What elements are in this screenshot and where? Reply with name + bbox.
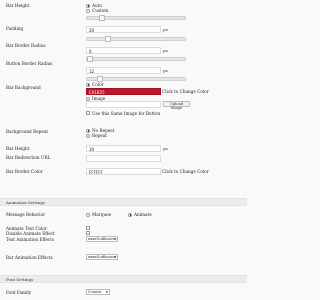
font-family-select[interactable]: Cursive ▼ [86,289,110,295]
bar-animation-effects-label: Bar Animation Effects [6,255,53,260]
no-repeat-radio[interactable] [86,128,90,133]
bar-redirection-url-input[interactable] [86,155,161,162]
slider-handle[interactable] [105,36,111,42]
bar-height-label: Bar Height [6,3,30,8]
disable-animate-effect-label: Disable Animate Effect [6,231,55,236]
same-image-label: Use this Same Image for Button [92,110,161,116]
padding-label: Padding [6,26,24,31]
background-repeat-label: Background Repeat [6,129,49,134]
repeat-radio[interactable] [86,133,90,138]
bar-height-custom-unit: px [163,146,168,151]
button-border-radius-unit: px [163,68,168,73]
bar-height-custom-label: Custom [92,8,109,13]
bar-height-custom-label: Bar Height [6,146,30,151]
bar-border-radius-input[interactable]: 0 [86,47,161,54]
bar-height-auto-radio[interactable] [86,3,90,8]
font-settings-title: Font Settings [6,277,34,282]
bar-animation-effects-value: easeOutBounce [88,255,117,259]
same-image-checkbox[interactable] [86,111,90,115]
animation-settings-title: Animation Settings [6,200,45,205]
bar-height-custom-radio[interactable] [86,8,90,13]
animation-settings-header: Animation Settings [0,198,247,206]
background-color-option-label: Color [92,82,104,87]
bar-background-color-hint: Click to Change Color [162,89,209,94]
bar-background-label: Bar Background [6,85,41,90]
font-settings-header: Font Settings [0,275,247,283]
bar-redirection-url-label: Bar Redirection URL [6,155,51,160]
padding-slider[interactable] [86,36,186,42]
background-color-radio[interactable] [86,82,90,87]
bar-height-custom-input[interactable]: 30 [86,145,161,152]
repeat-label: Repeat [92,133,107,138]
bar-border-radius-unit: px [163,48,168,53]
chevron-down-icon: ▼ [113,255,116,259]
message-behavior-label: Message Behavior [6,212,46,217]
animate-text-color-checkbox[interactable] [86,226,90,230]
marquee-radio[interactable] [86,212,90,217]
slider-handle[interactable] [87,56,93,62]
text-animation-effects-value: easeOutBounce [88,237,117,241]
bar-height-slider[interactable] [86,15,186,21]
text-animation-effects-select[interactable]: easeOutBounce ▼ [86,236,118,242]
bar-border-color-label: Bar Border Color [6,169,43,174]
slider-handle[interactable] [99,15,105,21]
marquee-label: Marquee [92,212,112,217]
button-border-radius-slider[interactable] [86,76,186,82]
padding-input[interactable]: 20 [86,26,161,33]
chevron-down-icon: ▼ [105,290,108,294]
chevron-down-icon: ▼ [113,237,116,241]
background-image-url-input[interactable] [86,101,161,108]
text-animation-effects-label: Text Animation Effects [6,237,55,242]
disable-animate-effect-checkbox[interactable] [86,231,90,235]
font-family-value: Cursive [88,290,102,294]
button-border-radius-label: Button Border Radius [6,61,53,66]
bar-border-color-input[interactable]: FFFFFF [86,168,161,175]
bar-border-radius-label: Bar Border Radius [6,43,46,48]
upload-image-button[interactable]: Upload Image [163,101,190,110]
bar-animation-effects-select[interactable]: easeOutBounce ▼ [86,254,118,260]
button-border-radius-input[interactable]: 12 [86,67,161,74]
background-image-radio[interactable] [86,96,90,101]
bar-background-color-input[interactable]: C01B25 [86,88,161,95]
font-family-label: Font Family [6,290,32,295]
bar-border-color-hint: Click to Change Color [162,169,209,174]
animate-radio[interactable] [128,212,132,217]
padding-unit: px [163,27,168,32]
animate-label: Animate [134,212,152,217]
bar-border-radius-slider[interactable] [86,56,186,62]
